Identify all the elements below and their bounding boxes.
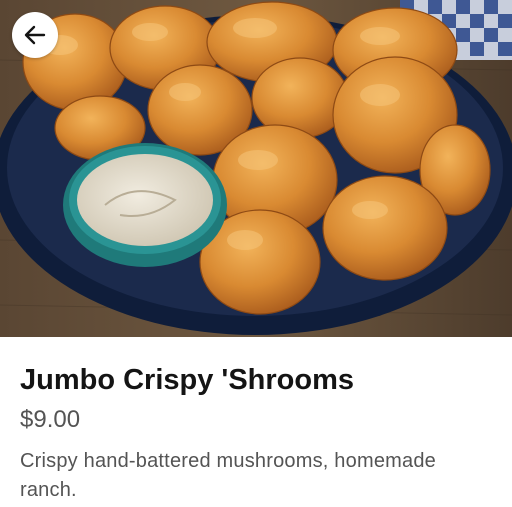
item-photo (0, 0, 512, 337)
item-description: Crispy hand-battered mushrooms, homemade… (20, 450, 436, 501)
item-title: Jumbo Crispy 'Shrooms (20, 364, 355, 396)
item-price: $9.00 (20, 406, 81, 433)
fried-mushrooms-image (0, 0, 512, 337)
arrow-left-icon (24, 25, 46, 45)
back-button[interactable] (12, 12, 58, 58)
